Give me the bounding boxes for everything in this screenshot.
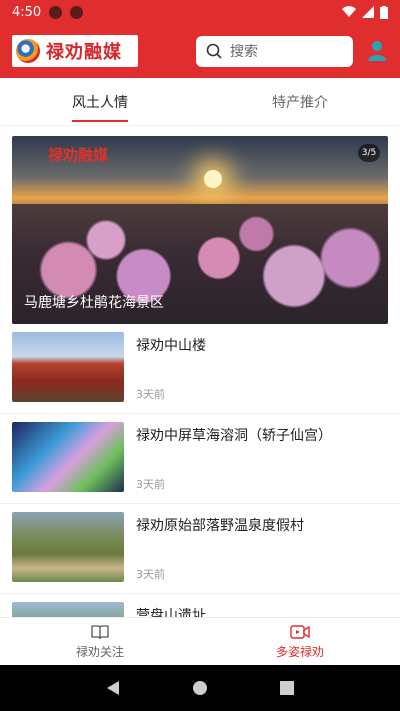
signal-icon	[362, 6, 374, 18]
article-title: 禄劝中山楼	[136, 338, 206, 354]
article-thumbnail	[12, 422, 124, 492]
logo-text: 禄劝融媒	[46, 42, 122, 63]
article-time: 3天前	[136, 388, 165, 401]
book-icon	[91, 624, 109, 639]
status-bar: 4:50	[0, 0, 400, 24]
notification-icon	[70, 5, 84, 19]
article-thumbnail	[12, 512, 124, 582]
status-time: 4:50	[12, 4, 42, 20]
carousel-counter: 3/5	[358, 144, 380, 162]
banner-watermark: 禄劝融媒	[48, 146, 109, 164]
tab-specialties[interactable]: 特产推介	[200, 78, 400, 125]
list-item[interactable]: 禄劝中山楼 3天前	[0, 324, 400, 414]
article-time: 3天前	[136, 568, 165, 581]
tab-customs[interactable]: 风土人情	[0, 78, 200, 125]
search-icon	[206, 43, 222, 59]
app-header: 禄劝融媒 搜索	[0, 24, 400, 78]
tab-label: 风土人情	[72, 94, 128, 111]
system-nav-bar	[0, 665, 400, 711]
list-item[interactable]: 禄劝原始部落野温泉度假村 3天前	[0, 504, 400, 594]
wifi-icon	[342, 6, 356, 18]
banner-image	[204, 170, 222, 188]
notification-icon	[49, 5, 63, 19]
article-time: 3天前	[136, 478, 165, 491]
search-placeholder: 搜索	[230, 44, 258, 60]
battery-icon	[380, 5, 388, 19]
user-icon[interactable]	[367, 39, 387, 63]
nav-label: 禄劝关注	[75, 644, 124, 659]
list-item[interactable]: 禄劝中屏草海溶洞（轿子仙宫） 3天前	[0, 414, 400, 504]
recents-icon[interactable]	[280, 681, 294, 695]
home-icon[interactable]	[192, 680, 208, 696]
logo-mark-icon	[16, 39, 40, 63]
category-tabs: 风土人情 特产推介	[0, 78, 400, 126]
app-logo[interactable]: 禄劝融媒	[12, 35, 138, 67]
article-title: 禄劝中屏草海溶洞（轿子仙宫）	[136, 428, 332, 444]
tab-label: 特产推介	[272, 94, 328, 111]
banner-carousel[interactable]: 禄劝融媒 3/5 马鹿塘乡杜鹃花海景区	[12, 136, 388, 324]
search-input[interactable]: 搜索	[196, 35, 353, 67]
article-title: 禄劝原始部落野温泉度假村	[136, 518, 304, 534]
video-icon	[290, 624, 310, 639]
nav-item-focus[interactable]: 禄劝关注	[0, 618, 200, 665]
nav-item-discover[interactable]: 多姿禄劝	[200, 618, 400, 665]
nav-label: 多姿禄劝	[275, 644, 324, 659]
bottom-nav: 禄劝关注 多姿禄劝	[0, 617, 400, 665]
article-thumbnail	[12, 332, 124, 402]
back-icon[interactable]	[106, 680, 120, 696]
banner-caption: 马鹿塘乡杜鹃花海景区	[24, 295, 164, 311]
